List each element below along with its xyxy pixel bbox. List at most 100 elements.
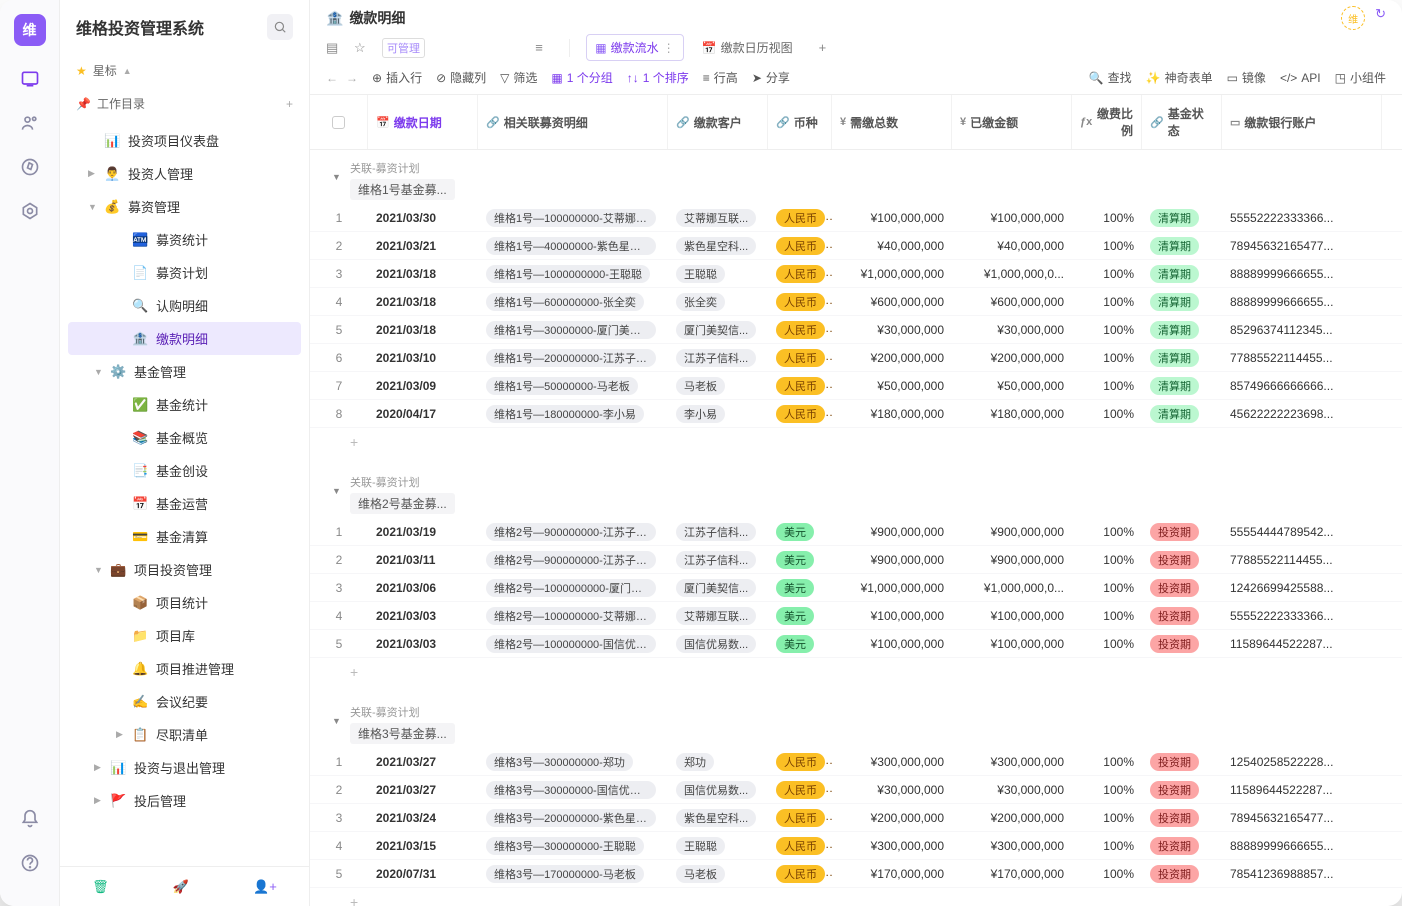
sidebar-item[interactable]: ▶👨‍💼投资人管理: [60, 157, 309, 190]
table-row[interactable]: 72021/03/09维格1号—50000000-马老板马老板人民币¥50,00…: [310, 372, 1402, 400]
table-row[interactable]: 52021/03/18维格1号—30000000-厦门美契信...厦门美契信..…: [310, 316, 1402, 344]
data-grid: 📅缴款日期 🔗相关联募资明细 🔗缴款客户 🔗币种 ¥需缴总数 ¥已缴金额 ƒx缴…: [310, 95, 1402, 906]
sidebar-item[interactable]: 🏧募资统计: [60, 223, 309, 256]
app-logo[interactable]: 维: [14, 14, 46, 46]
rail-settings-icon[interactable]: [19, 200, 41, 222]
tb-group[interactable]: ▦1 个分组: [551, 69, 612, 86]
group-header[interactable]: ▼关联-募资计划维格2号基金募...: [310, 464, 1402, 518]
sidebar-item[interactable]: 🔍认购明细: [60, 289, 309, 322]
rail-contacts-icon[interactable]: [19, 112, 41, 134]
col-paid[interactable]: ¥已缴金额: [952, 95, 1072, 149]
avatar-icon[interactable]: 维: [1341, 6, 1365, 30]
sidebar-item[interactable]: ▶🚩投后管理: [60, 784, 309, 817]
tb-magicform[interactable]: ✨神奇表单: [1146, 69, 1213, 86]
table-row[interactable]: 12021/03/27维格3号—300000000-郑功郑功人民币¥300,00…: [310, 748, 1402, 776]
sidebar: 维格投资管理系统 ★星标▲ 📌工作目录 + 📊投资项目仪表盘▶👨‍💼投资人管理▼…: [60, 0, 310, 906]
sidebar-item[interactable]: ▼💼项目投资管理: [60, 553, 309, 586]
add-row[interactable]: +: [310, 658, 1402, 694]
main-area: 🏦缴款明细 维 ↻ ▤ ☆ 可管理 ≡ ▦缴款流水⋮ 📅缴款日历视图 + ← →: [310, 0, 1402, 906]
sidebar-item[interactable]: 📅基金运营: [60, 487, 309, 520]
sidebar-item[interactable]: ▼💰募资管理: [60, 190, 309, 223]
add-row[interactable]: +: [310, 888, 1402, 906]
table-row[interactable]: 22021/03/27维格3号—30000000-国信优易数...国信优易数..…: [310, 776, 1402, 804]
sidebar-item[interactable]: ▶📋尽职清单: [60, 718, 309, 751]
undo-icon[interactable]: ←: [326, 71, 338, 85]
toolbar: ←→ ⊕插入行 ⊘隐藏列 ▽筛选 ▦1 个分组 ↑↓1 个排序 ≡行高 ➤分享 …: [310, 61, 1402, 95]
doc-icon[interactable]: ▤: [326, 40, 344, 56]
sidebar-item[interactable]: ▶📊投资与退出管理: [60, 751, 309, 784]
add-view-icon[interactable]: +: [811, 40, 835, 55]
table-row[interactable]: 32021/03/24维格3号—200000000-紫色星空...紫色星空科..…: [310, 804, 1402, 832]
sidebar-item[interactable]: 🏦缴款明细: [68, 322, 301, 355]
table-row[interactable]: 42021/03/03维格2号—100000000-艾蒂娜互...艾蒂娜互联..…: [310, 602, 1402, 630]
star-icon[interactable]: ☆: [354, 40, 372, 56]
add-folder-icon[interactable]: +: [286, 97, 293, 111]
table-row[interactable]: 22021/03/21维格1号—40000000-紫色星空科...紫色星空科..…: [310, 232, 1402, 260]
rail-workspace-icon[interactable]: [19, 68, 41, 90]
manage-tag: 可管理: [382, 38, 425, 58]
group-header[interactable]: ▼关联-募资计划维格3号基金募...: [310, 694, 1402, 748]
sidebar-search-icon[interactable]: [267, 14, 293, 40]
sidebar-item[interactable]: 📁项目库: [60, 619, 309, 652]
collapse-icon[interactable]: ≡: [535, 40, 553, 55]
sidebar-item[interactable]: ✍️会议纪要: [60, 685, 309, 718]
trash-icon[interactable]: 🗑: [92, 879, 109, 895]
col-customer[interactable]: 🔗缴款客户: [668, 95, 768, 149]
tb-search[interactable]: 🔍查找: [1089, 69, 1132, 86]
view-tab-calendar[interactable]: 📅缴款日历视图: [694, 35, 801, 60]
col-date[interactable]: 📅缴款日期: [368, 95, 478, 149]
sidebar-item[interactable]: 📚基金概览: [60, 421, 309, 454]
sidebar-item[interactable]: 📄募资计划: [60, 256, 309, 289]
group-header[interactable]: ▼关联-募资计划维格1号基金募...: [310, 150, 1402, 204]
col-link[interactable]: 🔗相关联募资明细: [478, 95, 668, 149]
view-tab-flow[interactable]: ▦缴款流水⋮: [586, 34, 683, 61]
table-row[interactable]: 32021/03/06维格2号—1000000000-厦门美...厦门美契信..…: [310, 574, 1402, 602]
rocket-icon[interactable]: 🚀: [173, 879, 189, 895]
table-row[interactable]: 82020/04/17维格1号—180000000-李小易李小易人民币¥180,…: [310, 400, 1402, 428]
col-pct[interactable]: ƒx缴费比例: [1072, 95, 1142, 149]
redo-icon[interactable]: →: [346, 71, 358, 85]
table-row[interactable]: 42021/03/18维格1号—600000000-张全奕张全奕人民币¥600,…: [310, 288, 1402, 316]
sidebar-item[interactable]: 📦项目统计: [60, 586, 309, 619]
app-title: 维格投资管理系统: [76, 15, 204, 39]
tb-rowheight[interactable]: ≡行高: [703, 69, 738, 86]
sidebar-item[interactable]: 📑基金创设: [60, 454, 309, 487]
sidebar-item[interactable]: 📊投资项目仪表盘: [60, 124, 309, 157]
tb-widget[interactable]: ◳小组件: [1335, 69, 1386, 86]
rail-compass-icon[interactable]: [19, 156, 41, 178]
table-row[interactable]: 22021/03/11维格2号—900000000-江苏子信...江苏子信科..…: [310, 546, 1402, 574]
sidebar-item[interactable]: 🔔项目推进管理: [60, 652, 309, 685]
table-row[interactable]: 52020/07/31维格3号—170000000-马老板马老板人民币¥170,…: [310, 860, 1402, 888]
col-bank[interactable]: ▭缴款银行账户: [1222, 95, 1382, 149]
tb-filter[interactable]: ▽筛选: [500, 69, 537, 86]
rail-help-icon[interactable]: [19, 852, 41, 874]
tb-mirror[interactable]: ▭镜像: [1227, 69, 1266, 86]
table-row[interactable]: 42021/03/15维格3号—300000000-王聪聪王聪聪人民币¥300,…: [310, 832, 1402, 860]
col-currency[interactable]: 🔗币种: [768, 95, 832, 149]
grid-header: 📅缴款日期 🔗相关联募资明细 🔗缴款客户 🔗币种 ¥需缴总数 ¥已缴金额 ƒx缴…: [310, 95, 1402, 150]
rail-bell-icon[interactable]: [19, 808, 41, 830]
table-row[interactable]: 32021/03/18维格1号—1000000000-王聪聪王聪聪人民币¥1,0…: [310, 260, 1402, 288]
tb-insert-row[interactable]: ⊕插入行: [372, 69, 422, 86]
table-row[interactable]: 62021/03/10维格1号—200000000-江苏子信...江苏子信科..…: [310, 344, 1402, 372]
sidebar-directory[interactable]: 📌工作目录 +: [60, 87, 309, 120]
sync-icon[interactable]: ↻: [1375, 6, 1386, 30]
sidebar-item[interactable]: ▼⚙️基金管理: [60, 355, 309, 388]
table-row[interactable]: 12021/03/30维格1号—100000000-艾蒂娜互...艾蒂娜互联..…: [310, 204, 1402, 232]
select-all-checkbox[interactable]: [332, 116, 345, 129]
sidebar-item[interactable]: ✅基金统计: [60, 388, 309, 421]
add-row[interactable]: +: [310, 428, 1402, 464]
tb-share[interactable]: ➤分享: [752, 69, 790, 86]
sidebar-starred[interactable]: ★星标▲: [60, 54, 309, 87]
user-add-icon[interactable]: 👤+: [253, 879, 277, 895]
tb-hide-col[interactable]: ⊘隐藏列: [436, 69, 486, 86]
col-status[interactable]: 🔗基金状态: [1142, 95, 1222, 149]
table-row[interactable]: 12021/03/19维格2号—900000000-江苏子信...江苏子信科..…: [310, 518, 1402, 546]
col-need[interactable]: ¥需缴总数: [832, 95, 952, 149]
tb-sort[interactable]: ↑↓1 个排序: [627, 69, 689, 86]
sidebar-item[interactable]: 💳基金清算: [60, 520, 309, 553]
tb-api[interactable]: </>API: [1280, 71, 1321, 85]
table-row[interactable]: 52021/03/03维格2号—100000000-国信优易...国信优易数..…: [310, 630, 1402, 658]
page-title: 🏦缴款明细: [326, 8, 405, 28]
nav-rail: 维: [0, 0, 60, 906]
